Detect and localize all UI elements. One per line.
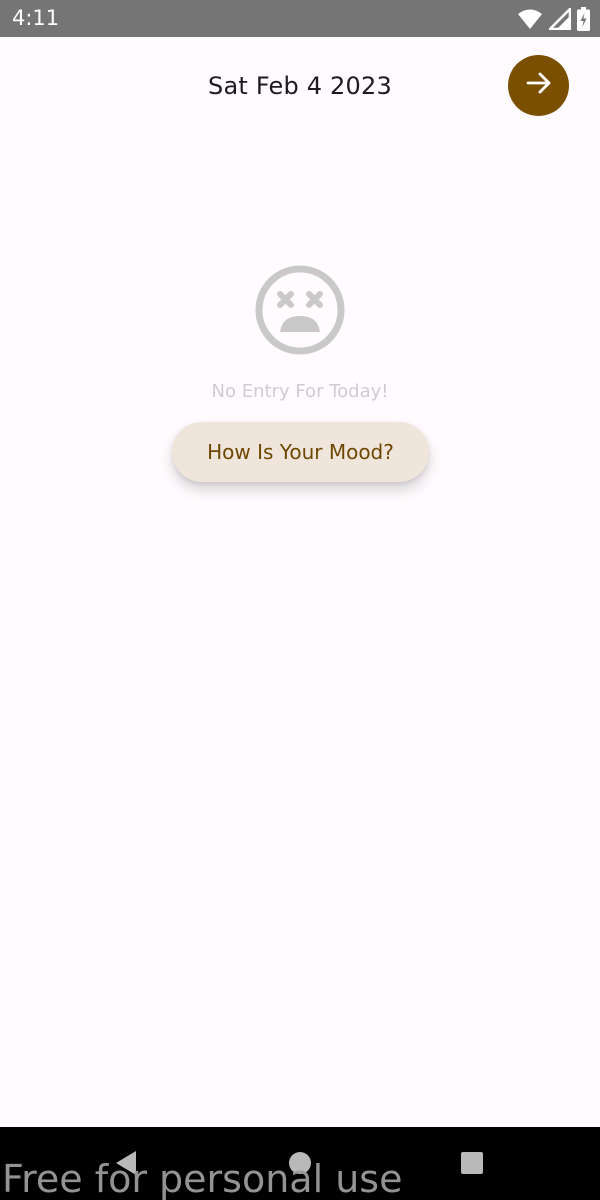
status-bar: 4:11 bbox=[0, 0, 600, 37]
battery-charging-icon bbox=[577, 7, 590, 31]
app-screen: 4:11 Sat Feb 4 2023 No Entry For Today! … bbox=[0, 0, 600, 1200]
no-entry-message: No Entry For Today! bbox=[211, 381, 389, 402]
next-day-button[interactable] bbox=[508, 55, 569, 116]
status-time: 4:11 bbox=[12, 6, 60, 30]
wifi-icon bbox=[517, 8, 543, 30]
add-mood-button-label: How Is Your Mood? bbox=[207, 440, 394, 464]
add-mood-button[interactable]: How Is Your Mood? bbox=[172, 422, 429, 482]
dizzy-face-icon bbox=[254, 264, 346, 356]
watermark-text: Free for personal use bbox=[2, 1157, 403, 1200]
cellular-signal-icon bbox=[549, 8, 571, 30]
arrow-right-icon bbox=[525, 69, 553, 102]
status-icons bbox=[517, 6, 590, 32]
recents-icon[interactable] bbox=[461, 1152, 483, 1174]
